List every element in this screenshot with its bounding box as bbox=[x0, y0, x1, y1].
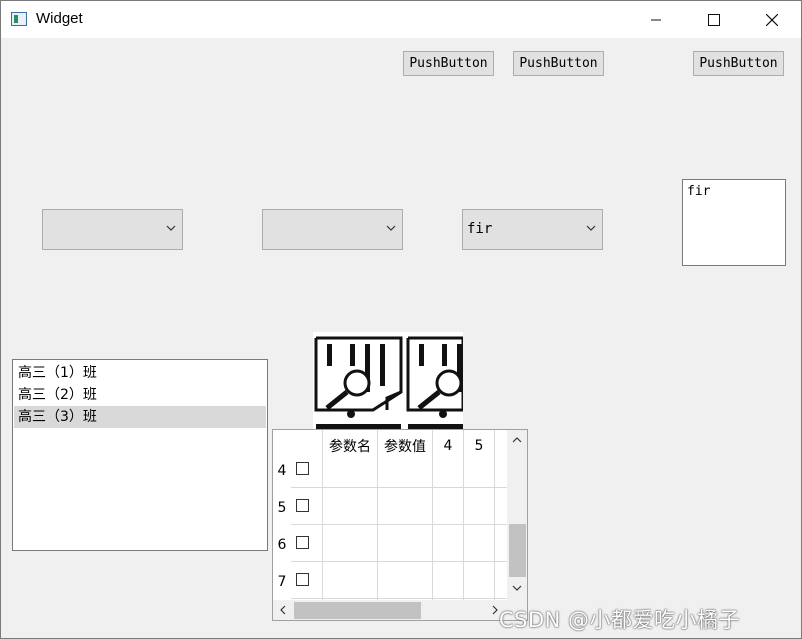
push-button-1[interactable]: PushButton bbox=[403, 51, 494, 76]
list-item[interactable]: 高三（1）班 bbox=[14, 362, 266, 384]
main-window: Widget PushButton PushButton PushButton … bbox=[0, 0, 802, 639]
column-header[interactable]: 4 bbox=[433, 430, 463, 462]
column-header[interactable]: 参数值 bbox=[378, 430, 432, 462]
row-header[interactable]: 5 bbox=[273, 489, 291, 526]
column-header[interactable]: 5 bbox=[464, 430, 494, 462]
close-button[interactable] bbox=[743, 1, 801, 38]
vertical-scroll-thumb[interactable] bbox=[509, 524, 526, 577]
row-header[interactable]: 6 bbox=[273, 526, 291, 563]
maximize-icon bbox=[708, 13, 720, 26]
chevron-down-icon bbox=[586, 225, 596, 231]
scroll-right-icon[interactable] bbox=[491, 605, 499, 615]
push-button-3[interactable]: PushButton bbox=[693, 51, 784, 76]
row-checkbox[interactable] bbox=[296, 499, 309, 512]
horizontal-scroll-thumb[interactable] bbox=[294, 602, 421, 619]
chevron-down-icon bbox=[166, 225, 176, 231]
row-checkbox[interactable] bbox=[296, 462, 309, 475]
maximize-button[interactable] bbox=[685, 1, 743, 38]
combo-box-3[interactable]: fir bbox=[462, 209, 603, 250]
list-item[interactable]: 高三（2）班 bbox=[14, 384, 266, 406]
scroll-down-icon[interactable] bbox=[512, 584, 522, 592]
chart-search-icon bbox=[314, 336, 463, 430]
watermark: CSDN @小都爱吃小橘子 bbox=[499, 608, 741, 632]
image-label bbox=[313, 332, 463, 430]
column-header[interactable]: 参数名 bbox=[323, 430, 377, 462]
row-checkbox[interactable] bbox=[296, 573, 309, 586]
close-icon bbox=[766, 13, 778, 26]
combo-box-2[interactable] bbox=[262, 209, 403, 250]
minimize-button[interactable] bbox=[627, 1, 685, 38]
class-list[interactable]: 高三（1）班 高三（2）班 高三（3）班 bbox=[12, 359, 268, 551]
combo-box-1[interactable] bbox=[42, 209, 183, 250]
vertical-scrollbar[interactable] bbox=[507, 430, 527, 600]
chevron-down-icon bbox=[386, 225, 396, 231]
combo-value: fir bbox=[467, 221, 493, 237]
title-bar[interactable]: Widget bbox=[1, 1, 801, 38]
row-header[interactable]: 7 bbox=[273, 563, 291, 600]
horizontal-scrollbar[interactable] bbox=[273, 600, 507, 620]
app-icon bbox=[11, 12, 27, 26]
scroll-left-icon[interactable] bbox=[279, 605, 287, 615]
push-button-2[interactable]: PushButton bbox=[513, 51, 604, 76]
list-item-selected[interactable]: 高三（3）班 bbox=[14, 406, 266, 428]
text-edit[interactable]: fir bbox=[682, 179, 786, 266]
window-title: Widget bbox=[36, 10, 83, 27]
text-edit-value: fir bbox=[687, 184, 711, 199]
row-checkbox[interactable] bbox=[296, 536, 309, 549]
parameter-table[interactable]: 参数名 参数值 4 5 4 5 6 7 bbox=[272, 429, 528, 621]
minimize-icon bbox=[651, 19, 661, 20]
row-header[interactable]: 4 bbox=[273, 452, 291, 489]
scroll-up-icon[interactable] bbox=[512, 436, 522, 444]
